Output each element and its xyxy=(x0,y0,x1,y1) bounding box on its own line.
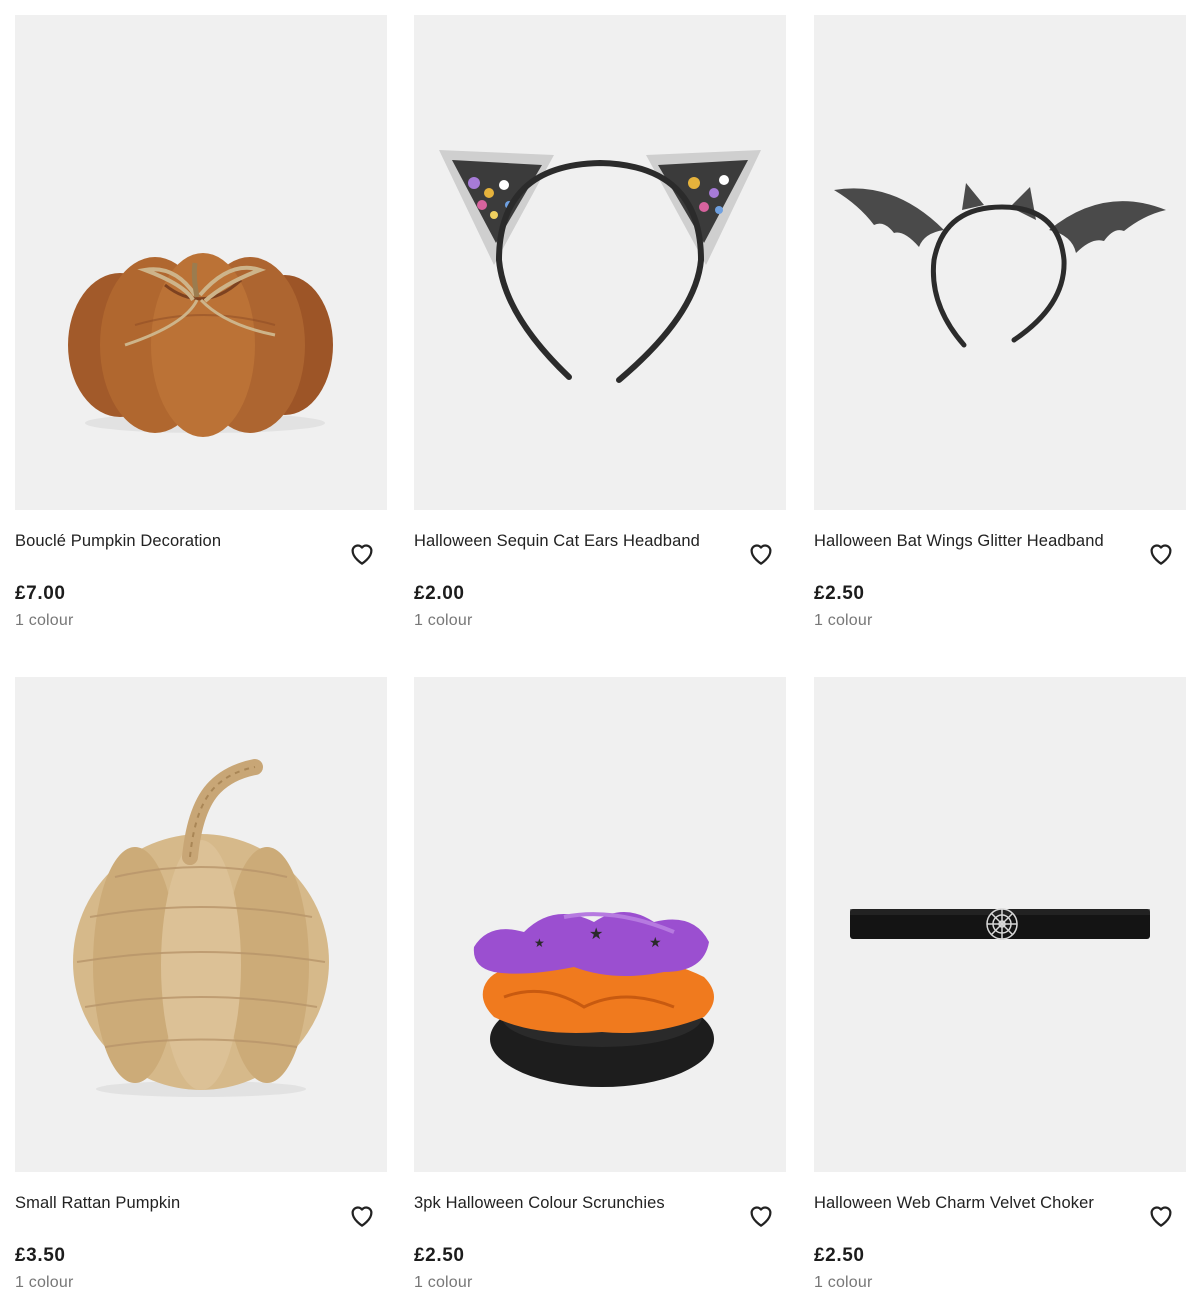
heart-icon xyxy=(351,544,373,565)
product-colour-count: 1 colour xyxy=(814,1274,873,1291)
product-price: £3.50 xyxy=(15,1245,66,1266)
product-title[interactable]: 3pk Halloween Colour Scrunchies xyxy=(414,1193,734,1213)
scrunchies-image: ★ ★ ★ xyxy=(473,912,714,1087)
velvet-choker-image xyxy=(850,908,1150,940)
wishlist-button[interactable] xyxy=(746,1200,776,1230)
cat-ears-headband-image xyxy=(439,150,761,383)
wishlist-button[interactable] xyxy=(1146,538,1176,568)
bat-wings-headband-image xyxy=(834,183,1166,348)
product-image-velvet-choker[interactable] xyxy=(814,677,1186,1172)
product-image-scrunchies[interactable]: ★ ★ ★ xyxy=(414,677,786,1172)
wishlist-button[interactable] xyxy=(347,1200,377,1230)
product-colour-count: 1 colour xyxy=(15,612,74,629)
heart-icon xyxy=(1150,544,1172,565)
product-price: £2.50 xyxy=(414,1245,465,1266)
product-image-boucle-pumpkin[interactable] xyxy=(15,15,387,510)
product-colour-count: 1 colour xyxy=(15,1274,74,1291)
heart-icon xyxy=(750,1206,772,1227)
product-colour-count: 1 colour xyxy=(814,612,873,629)
product-colour-count: 1 colour xyxy=(414,612,473,629)
heart-icon xyxy=(351,1206,373,1227)
wishlist-button[interactable] xyxy=(347,538,377,568)
product-image-bat-wings-headband[interactable] xyxy=(814,15,1186,510)
wishlist-button[interactable] xyxy=(746,538,776,568)
product-price: £7.00 xyxy=(15,583,66,604)
product-title[interactable]: Halloween Sequin Cat Ears Headband xyxy=(414,531,734,551)
heart-icon xyxy=(750,544,772,565)
rattan-pumpkin-image xyxy=(73,759,329,1097)
product-colour-count: 1 colour xyxy=(414,1274,473,1291)
product-title[interactable]: Bouclé Pumpkin Decoration xyxy=(15,531,335,551)
product-price: £2.00 xyxy=(414,583,465,604)
boucle-pumpkin-image xyxy=(68,253,333,437)
svg-text:★: ★ xyxy=(649,934,662,950)
product-price: £2.50 xyxy=(814,583,865,604)
product-title[interactable]: Halloween Bat Wings Glitter Headband xyxy=(814,531,1134,551)
product-grid: Bouclé Pumpkin Decoration £7.00 1 colour xyxy=(0,0,1200,1315)
svg-text:★: ★ xyxy=(589,926,603,943)
product-image-cat-ears-headband[interactable] xyxy=(414,15,786,510)
product-price: £2.50 xyxy=(814,1245,865,1266)
product-title[interactable]: Halloween Web Charm Velvet Choker xyxy=(814,1193,1134,1213)
product-image-rattan-pumpkin[interactable] xyxy=(15,677,387,1172)
product-title[interactable]: Small Rattan Pumpkin xyxy=(15,1193,335,1213)
svg-text:★: ★ xyxy=(534,936,545,950)
heart-icon xyxy=(1150,1206,1172,1227)
wishlist-button[interactable] xyxy=(1146,1200,1176,1230)
